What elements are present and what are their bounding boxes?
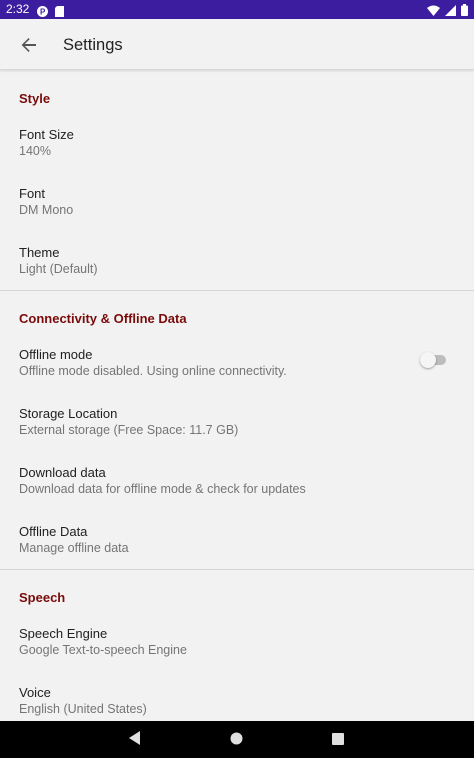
setting-summary: Download data for offline mode & check f… <box>19 482 306 496</box>
setting-voice[interactable]: Voice English (United States) <box>0 685 474 721</box>
setting-speech-engine[interactable]: Speech Engine Google Text-to-speech Engi… <box>0 626 474 684</box>
setting-download-data[interactable]: Download data Download data for offline … <box>0 465 474 523</box>
status-bar: 2:32 P <box>0 0 474 19</box>
setting-summary: Light (Default) <box>19 262 98 276</box>
page-title: Settings <box>63 36 123 54</box>
navigation-bar <box>0 721 474 758</box>
setting-summary: Google Text-to-speech Engine <box>19 643 187 657</box>
setting-summary: External storage (Free Space: 11.7 GB) <box>19 423 239 437</box>
setting-summary: DM Mono <box>19 203 74 217</box>
setting-storage-location[interactable]: Storage Location External storage (Free … <box>0 406 474 464</box>
home-circle-icon[interactable] <box>230 732 243 750</box>
setting-title: Download data <box>19 465 106 480</box>
setting-summary: 140% <box>19 144 51 158</box>
setting-title: Storage Location <box>19 406 118 421</box>
setting-offline-data[interactable]: Offline Data Manage offline data <box>0 524 474 582</box>
setting-font-size[interactable]: Font Size 140% <box>0 127 474 185</box>
setting-offline-mode[interactable]: Offline mode Offline mode disabled. Usin… <box>0 347 474 405</box>
section-header-connectivity: Connectivity & Offline Data <box>19 311 187 326</box>
setting-summary: Manage offline data <box>19 541 129 555</box>
recents-square-icon[interactable] <box>332 732 344 750</box>
setting-title: Offline mode <box>19 347 93 362</box>
setting-theme[interactable]: Theme Light (Default) <box>0 245 474 303</box>
section-divider <box>0 290 474 291</box>
setting-title: Voice <box>19 685 51 700</box>
setting-title: Theme <box>19 245 60 260</box>
offline-mode-toggle[interactable] <box>420 352 448 368</box>
setting-summary: English (United States) <box>19 702 147 716</box>
arrow-back-icon[interactable] <box>17 33 41 57</box>
setting-font[interactable]: Font DM Mono <box>0 186 474 244</box>
status-time: 2:32 <box>6 2 30 16</box>
setting-title: Font Size <box>19 127 74 142</box>
section-divider <box>0 569 474 570</box>
back-triangle-icon[interactable] <box>128 730 142 751</box>
settings-list[interactable]: Style Font Size 140% Font DM Mono Theme … <box>0 70 474 721</box>
app-bar: Settings <box>0 19 474 70</box>
setting-title: Font <box>19 186 46 201</box>
section-header-speech: Speech <box>19 590 66 605</box>
svg-text:P: P <box>40 8 46 17</box>
setting-title: Offline Data <box>19 524 88 539</box>
setting-summary: Offline mode disabled. Using online conn… <box>19 364 287 378</box>
section-header-style: Style <box>19 91 51 106</box>
setting-title: Speech Engine <box>19 626 108 641</box>
toggle-thumb <box>420 352 436 368</box>
